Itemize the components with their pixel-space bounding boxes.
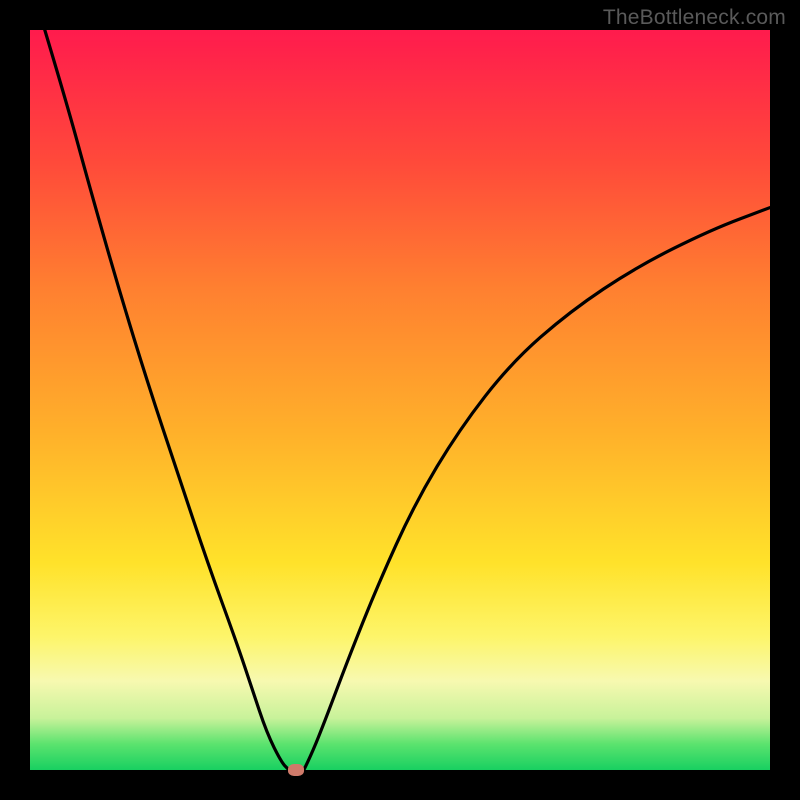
optimum-marker <box>288 764 304 776</box>
bottleneck-curve <box>30 30 770 770</box>
chart-frame: TheBottleneck.com <box>0 0 800 800</box>
plot-area <box>30 30 770 770</box>
watermark-text: TheBottleneck.com <box>603 6 786 30</box>
